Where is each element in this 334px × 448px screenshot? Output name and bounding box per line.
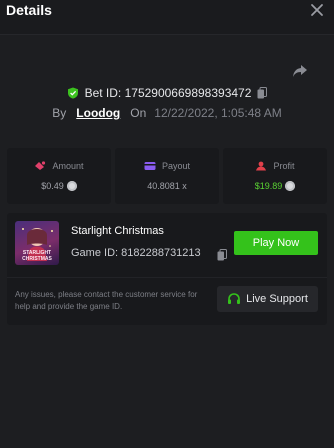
game-thumbnail[interactable]: STARLIGHT CHRISTMAS: [15, 221, 59, 265]
bet-id-text: Bet ID: 1752900669898393472: [84, 86, 252, 100]
divider: [7, 277, 327, 278]
coin-icon: [285, 181, 296, 191]
stat-amount: Amount $0.49: [7, 148, 111, 204]
game-id-row: Game ID: 8182288731213: [71, 245, 227, 261]
close-icon[interactable]: [310, 3, 324, 17]
bet-stats: Amount $0.49 Payout 40.8081 x Profit $19…: [7, 148, 327, 204]
game-id-text: Game ID: 8182288731213: [71, 247, 201, 259]
play-now-button[interactable]: Play Now: [234, 231, 318, 255]
live-support-button[interactable]: Live Support: [217, 286, 318, 312]
support-message: Any issues, please contact the customer …: [15, 290, 198, 311]
game-thumbnail-logo: STARLIGHT CHRISTMAS: [22, 250, 52, 262]
amount-icon: [35, 161, 46, 170]
username-link[interactable]: Loodog: [76, 106, 120, 120]
profit-label: Profit: [273, 161, 295, 171]
live-support-label: Live Support: [246, 293, 308, 305]
amount-value: $0.49: [41, 181, 64, 191]
share-icon[interactable]: [292, 64, 308, 78]
payout-value: 40.8081 x: [147, 181, 187, 191]
payout-label: Payout: [161, 161, 191, 171]
copy-icon[interactable]: [257, 87, 268, 99]
headset-icon: [228, 293, 241, 304]
bet-meta-row: By Loodog On 12/22/2022, 1:05:48 AM: [0, 104, 334, 122]
verified-shield-icon: [67, 87, 78, 99]
game-name: Starlight Christmas: [71, 225, 164, 237]
bet-id-row: Bet ID: 1752900669898393472: [0, 84, 334, 102]
on-label: On: [130, 106, 147, 120]
profit-icon: [256, 161, 267, 171]
page-title: Details: [6, 2, 52, 18]
bet-datetime: 12/22/2022, 1:05:48 AM: [154, 106, 282, 120]
by-label: By: [52, 106, 67, 120]
payout-icon: [144, 162, 156, 170]
coin-icon: [66, 181, 77, 191]
game-card: STARLIGHT CHRISTMAS Starlight Christmas …: [7, 213, 327, 325]
stat-profit: Profit $19.89: [223, 148, 327, 204]
copy-game-id-icon[interactable]: [217, 249, 227, 261]
amount-label: Amount: [52, 161, 84, 171]
profit-value: $19.89: [254, 181, 283, 191]
details-header: Details: [0, 0, 334, 35]
stat-payout: Payout 40.8081 x: [115, 148, 219, 204]
